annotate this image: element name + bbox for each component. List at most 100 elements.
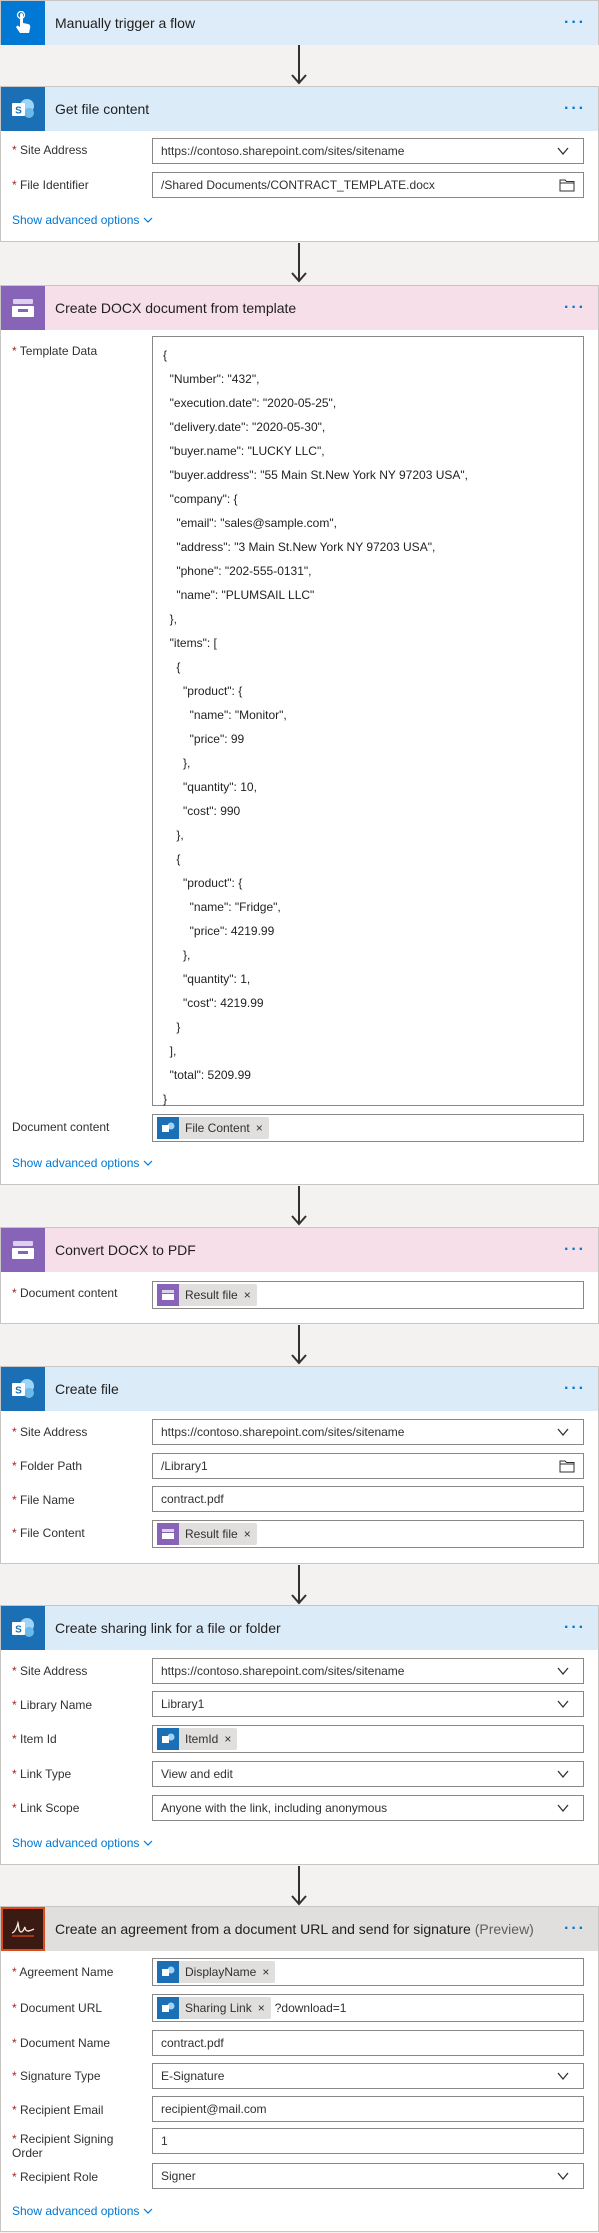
file-identifier-field[interactable]: /Shared Documents/CONTRACT_TEMPLATE.docx: [152, 172, 584, 198]
signature-type-dropdown[interactable]: E-Signature: [152, 2063, 584, 2089]
token-label: Result file: [185, 1527, 238, 1541]
sharepoint-icon: S: [1, 87, 45, 131]
document-content-label: * Document content: [12, 1286, 118, 1300]
library-name-dropdown[interactable]: Library1: [152, 1691, 584, 1717]
template-line: "quantity": 1,: [163, 972, 251, 986]
create-docx-header[interactable]: Create DOCX document from template ···: [1, 286, 598, 330]
show-advanced-options-link[interactable]: Show advanced options: [12, 1836, 153, 1850]
show-advanced-options-link[interactable]: Show advanced options: [12, 2204, 153, 2218]
recipient-role-dropdown[interactable]: Signer: [152, 2163, 584, 2189]
adobe-sign-icon: [1, 1907, 45, 1951]
more-options-icon[interactable]: ···: [564, 299, 586, 317]
show-advanced-options-link[interactable]: Show advanced options: [12, 1156, 153, 1170]
template-line: "product": {: [163, 876, 243, 890]
token-label: ItemId: [185, 1732, 219, 1746]
displayname-token[interactable]: DisplayName ×: [157, 1961, 276, 1983]
remove-token-icon[interactable]: ×: [256, 1121, 263, 1135]
more-options-icon[interactable]: ···: [564, 1619, 586, 1637]
remove-token-icon[interactable]: ×: [262, 1965, 269, 1979]
document-content-field[interactable]: File Content ×: [152, 1114, 584, 1142]
document-name-value: contract.pdf: [161, 2036, 224, 2050]
site-address-dropdown[interactable]: https://contoso.sharepoint.com/sites/sit…: [152, 1658, 584, 1684]
template-line: {: [163, 852, 181, 866]
recipient-signing-order-field[interactable]: 1: [152, 2128, 584, 2154]
url-suffix-text: ?download=1: [274, 2001, 347, 2015]
more-options-icon[interactable]: ···: [564, 100, 586, 118]
template-line: "name": "Fridge",: [163, 900, 281, 914]
document-content-label: Document content: [12, 1120, 110, 1134]
library-name-value: Library1: [161, 1697, 205, 1711]
document-name-field[interactable]: contract.pdf: [152, 2030, 584, 2056]
more-options-icon[interactable]: ···: [564, 1241, 586, 1259]
svg-text:S: S: [15, 1386, 22, 1397]
folder-icon[interactable]: [559, 178, 575, 192]
site-address-label: * Site Address: [12, 1425, 88, 1439]
more-options-icon[interactable]: ···: [564, 1380, 586, 1398]
link-type-dropdown[interactable]: View and edit: [152, 1761, 584, 1787]
file-content-token[interactable]: File Content ×: [157, 1117, 269, 1139]
recipient-email-field[interactable]: recipient@mail.com: [152, 2096, 584, 2122]
file-content-field[interactable]: Result file ×: [152, 1520, 584, 1548]
convert-header[interactable]: Convert DOCX to PDF ···: [1, 1228, 598, 1272]
site-address-value: https://contoso.sharepoint.com/sites/sit…: [161, 1664, 405, 1678]
folder-icon[interactable]: [559, 1459, 575, 1473]
sharing-link-token[interactable]: Sharing Link ×: [157, 1997, 271, 2019]
remove-token-icon[interactable]: ×: [224, 1732, 231, 1746]
touch-icon: [1, 1, 45, 45]
preview-badge: (Preview): [474, 1921, 534, 1937]
link-scope-dropdown[interactable]: Anyone with the link, including anonymou…: [152, 1795, 584, 1821]
recipient-signing-order-label: * Recipient Signing Order: [12, 2132, 114, 2160]
site-address-label: * Site Address: [12, 143, 88, 157]
agreement-name-field[interactable]: DisplayName ×: [152, 1958, 584, 1986]
remove-token-icon[interactable]: ×: [244, 1527, 251, 1541]
sharepoint-icon: S: [1, 1367, 45, 1411]
template-line: }: [163, 1020, 181, 1034]
document-url-field[interactable]: Sharing Link × ?download=1: [152, 1994, 584, 2022]
template-line: {: [163, 348, 168, 362]
plumsail-icon: [1, 1228, 45, 1272]
itemid-token[interactable]: ItemId ×: [157, 1728, 238, 1750]
template-line: "address": "3 Main St.New York NY 97203 …: [163, 540, 436, 554]
token-label: Result file: [185, 1288, 238, 1302]
document-url-label: * Document URL: [12, 2001, 103, 2015]
template-line: ],: [163, 1044, 177, 1058]
file-name-value: contract.pdf: [161, 1492, 224, 1506]
folder-path-field[interactable]: /Library1: [152, 1453, 584, 1479]
file-content-label: * File Content: [12, 1526, 85, 1540]
document-content-field[interactable]: Result file ×: [152, 1281, 584, 1309]
site-address-value: https://contoso.sharepoint.com/sites/sit…: [161, 1425, 405, 1439]
template-line: "buyer.address": "55 Main St.New York NY…: [163, 468, 468, 482]
agreement-header[interactable]: Create an agreement from a document URL …: [1, 1907, 598, 1951]
file-name-field[interactable]: contract.pdf: [152, 1486, 584, 1512]
remove-token-icon[interactable]: ×: [244, 1288, 251, 1302]
signature-type-label: * Signature Type: [12, 2069, 101, 2083]
result-file-token[interactable]: Result file ×: [157, 1284, 257, 1306]
template-line: "items": [: [163, 636, 217, 650]
template-line: "price": 4219.99: [163, 924, 275, 938]
sharepoint-icon: S: [1, 1606, 45, 1650]
trigger-header[interactable]: Manually trigger a flow ···: [1, 1, 598, 45]
more-options-icon[interactable]: ···: [564, 14, 586, 32]
item-id-field[interactable]: ItemId ×: [152, 1725, 584, 1753]
arrow-down-icon: [291, 45, 307, 85]
show-advanced-options-link[interactable]: Show advanced options: [12, 213, 153, 227]
result-file-token[interactable]: Result file ×: [157, 1523, 257, 1545]
site-address-dropdown[interactable]: https://contoso.sharepoint.com/sites/sit…: [152, 138, 584, 164]
site-address-dropdown[interactable]: https://contoso.sharepoint.com/sites/sit…: [152, 1419, 584, 1445]
item-id-label: * Item Id: [12, 1732, 57, 1746]
library-name-label: * Library Name: [12, 1698, 93, 1712]
sharing-header[interactable]: S Create sharing link for a file or fold…: [1, 1606, 598, 1650]
template-data-editor[interactable]: { "Number": "432", "execution.date": "20…: [152, 336, 584, 1106]
trigger-card[interactable]: Manually trigger a flow ···: [0, 0, 599, 45]
template-data-label: * Template Data: [12, 344, 98, 358]
sharepoint-icon: [157, 1728, 179, 1750]
more-options-icon[interactable]: ···: [564, 1920, 586, 1938]
get-file-header[interactable]: S Get file content ···: [1, 87, 598, 131]
template-line: "name": "Monitor",: [163, 708, 287, 722]
card-title: Create DOCX document from template: [55, 300, 297, 316]
document-name-label: * Document Name: [12, 2036, 111, 2050]
card-title: Create file: [55, 1381, 119, 1397]
create-file-header[interactable]: S Create file ···: [1, 1367, 598, 1411]
link-scope-value: Anyone with the link, including anonymou…: [161, 1801, 388, 1815]
remove-token-icon[interactable]: ×: [258, 2001, 265, 2015]
